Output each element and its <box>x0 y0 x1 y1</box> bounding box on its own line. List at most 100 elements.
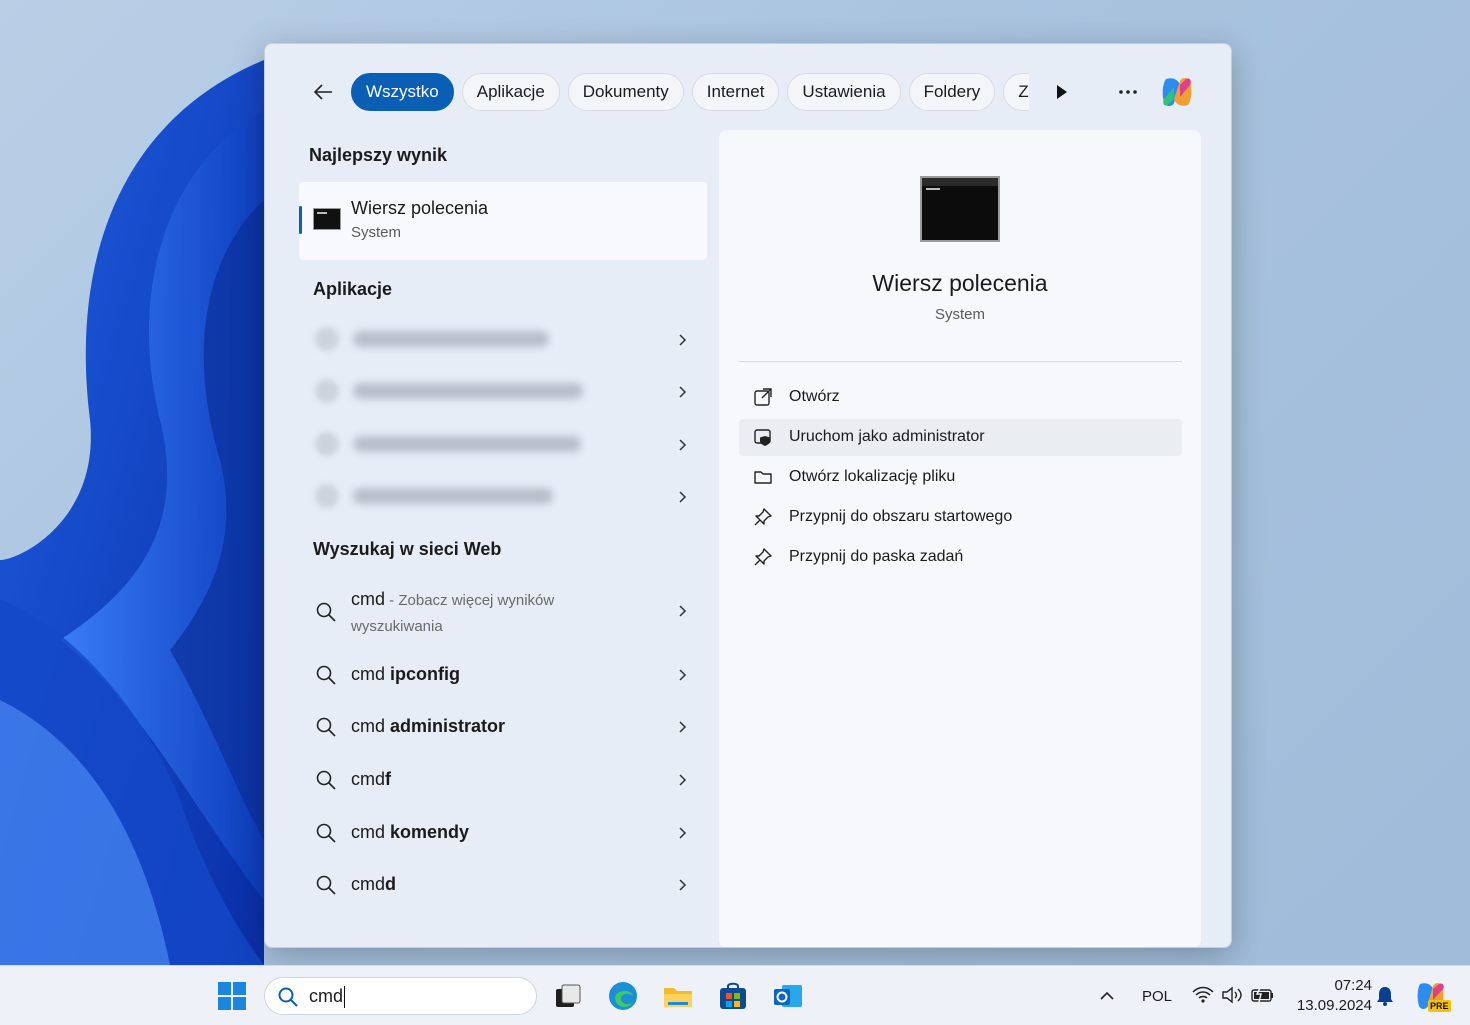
web-result-text: cmd administrator <box>351 714 505 739</box>
more-icon <box>1119 90 1137 94</box>
chevron-right-icon <box>679 669 687 681</box>
app-result-4[interactable] <box>305 474 695 520</box>
filter-chip-settings[interactable]: Ustawienia <box>787 73 901 111</box>
app-result-1[interactable] <box>305 317 695 363</box>
web-result-6[interactable]: cmdd <box>305 866 695 904</box>
chevron-right-icon <box>679 774 687 786</box>
selection-indicator <box>299 206 302 234</box>
search-icon <box>278 987 298 1007</box>
store-button[interactable] <box>717 980 749 1012</box>
task-view-button[interactable] <box>552 980 584 1012</box>
copilot-button[interactable] <box>1158 73 1196 111</box>
more-options-button[interactable] <box>1113 77 1143 107</box>
back-arrow-icon <box>313 84 332 100</box>
action-run-as-admin[interactable]: Uruchom jako administrator <box>739 419 1182 456</box>
filter-chips: Wszystko Aplikacje Dokumenty Internet Us… <box>351 73 1029 111</box>
shield-admin-icon <box>754 429 771 446</box>
edge-icon <box>609 982 637 1010</box>
web-result-5[interactable]: cmd komendy <box>305 814 695 852</box>
filter-chip-photos[interactable]: Zdjęcia <box>1003 73 1029 111</box>
best-match-name: Wiersz polecenia <box>351 198 489 218</box>
web-result-3[interactable]: cmd administrator <box>305 708 695 746</box>
search-flyout: Wszystko Aplikacje Dokumenty Internet Us… <box>264 43 1232 948</box>
filter-chip-apps[interactable]: Aplikacje <box>461 73 560 111</box>
query-suggestion: komendy <box>390 822 470 842</box>
divider <box>739 361 1182 362</box>
chevron-right-icon <box>679 386 687 398</box>
file-explorer-icon <box>664 988 692 1007</box>
web-result-4[interactable]: cmdf <box>305 761 695 799</box>
filter-bar: Wszystko Aplikacje Dokumenty Internet Us… <box>265 44 1231 144</box>
app-icon <box>315 484 339 508</box>
filter-chip-all[interactable]: Wszystko <box>351 73 454 111</box>
action-pin-to-taskbar[interactable]: Przypnij do paska zadań <box>739 539 1182 576</box>
windows-start-icon <box>218 982 246 1010</box>
chevron-right-icon <box>679 721 687 733</box>
best-match-type: System <box>351 224 402 241</box>
wifi-icon[interactable] <box>1192 986 1214 1004</box>
action-open-file-location[interactable]: Otwórz lokalizację pliku <box>739 459 1182 496</box>
clock[interactable]: 07:24 13.09.2024 <box>1288 976 1372 1016</box>
back-button[interactable] <box>307 76 339 108</box>
pin-icon <box>754 548 772 566</box>
chevron-right-icon <box>679 334 687 346</box>
chevron-right-icon <box>679 491 687 503</box>
input-language[interactable]: POL <box>1142 988 1172 1005</box>
search-icon <box>316 665 336 685</box>
web-result-text: cmdf <box>351 767 391 792</box>
query-hint-2: wyszukiwania <box>351 618 443 635</box>
outlook-button[interactable] <box>772 980 804 1012</box>
best-match-item[interactable]: Wiersz polecenia System <box>299 182 707 260</box>
filter-chip-folders[interactable]: Foldery <box>908 73 996 111</box>
taskbar: cmd POL 07:24 13.09.2024 PRE <box>0 965 1470 1025</box>
query-suggestion: ipconfig <box>390 664 461 684</box>
notification-bell-icon[interactable] <box>1376 985 1394 1007</box>
query-prefix: cmd <box>351 822 391 842</box>
filter-chip-internet[interactable]: Internet <box>691 73 780 111</box>
clock-time: 07:24 <box>1334 977 1372 994</box>
search-icon <box>316 875 336 895</box>
web-result-text: cmd - Zobacz więcej wyników wyszukiwania <box>351 587 651 639</box>
filter-chip-documents[interactable]: Dokumenty <box>567 73 684 111</box>
action-label: Otwórz <box>789 388 840 405</box>
search-input-value[interactable]: cmd <box>309 986 343 1007</box>
battery-charging-icon[interactable] <box>1251 986 1275 1004</box>
query-prefix: cmd <box>351 716 391 736</box>
file-explorer-button[interactable] <box>662 980 694 1012</box>
clock-date: 13.09.2024 <box>1296 997 1372 1014</box>
web-result-text: cmd ipconfig <box>351 662 460 687</box>
play-next-icon <box>1057 85 1067 99</box>
store-icon <box>720 982 746 1009</box>
text-caret <box>344 986 345 1008</box>
filters-next-button[interactable] <box>1049 80 1073 104</box>
app-name-blurred <box>353 436 581 452</box>
query-suggestion: administrator <box>390 716 506 736</box>
web-result-text: cmdd <box>351 872 396 897</box>
search-icon <box>316 823 336 843</box>
copilot-taskbar-button[interactable]: PRE <box>1414 979 1451 1013</box>
start-button[interactable] <box>216 980 248 1012</box>
app-result-2[interactable] <box>305 369 695 415</box>
chevron-right-icon <box>679 439 687 451</box>
action-label: Otwórz lokalizację pliku <box>789 468 956 485</box>
action-label: Uruchom jako administrator <box>789 428 985 445</box>
show-hidden-icons-chevron-icon[interactable] <box>1098 989 1116 1003</box>
app-icon <box>315 379 339 403</box>
taskbar-search-box[interactable]: cmd <box>264 977 537 1015</box>
action-label: Przypnij do paska zadań <box>789 548 964 565</box>
action-pin-to-start[interactable]: Przypnij do obszaru startowego <box>739 499 1182 536</box>
query-prefix: cmd <box>351 874 386 894</box>
web-result-text: cmd komendy <box>351 820 469 845</box>
app-result-3[interactable] <box>305 422 695 468</box>
preview-badge: PRE <box>1428 1000 1451 1012</box>
query-suggestion: f <box>385 769 392 789</box>
edge-button[interactable] <box>607 980 639 1012</box>
folder-icon <box>754 471 772 484</box>
volume-icon[interactable] <box>1221 986 1243 1004</box>
web-result-2[interactable]: cmd ipconfig <box>305 656 695 694</box>
web-result-1[interactable]: cmd - Zobacz więcej wyników wyszukiwania <box>305 584 695 640</box>
action-open[interactable]: Otwórz <box>739 379 1182 416</box>
app-name-blurred <box>353 331 549 347</box>
task-view-icon <box>556 984 581 1007</box>
pin-icon <box>754 508 772 526</box>
